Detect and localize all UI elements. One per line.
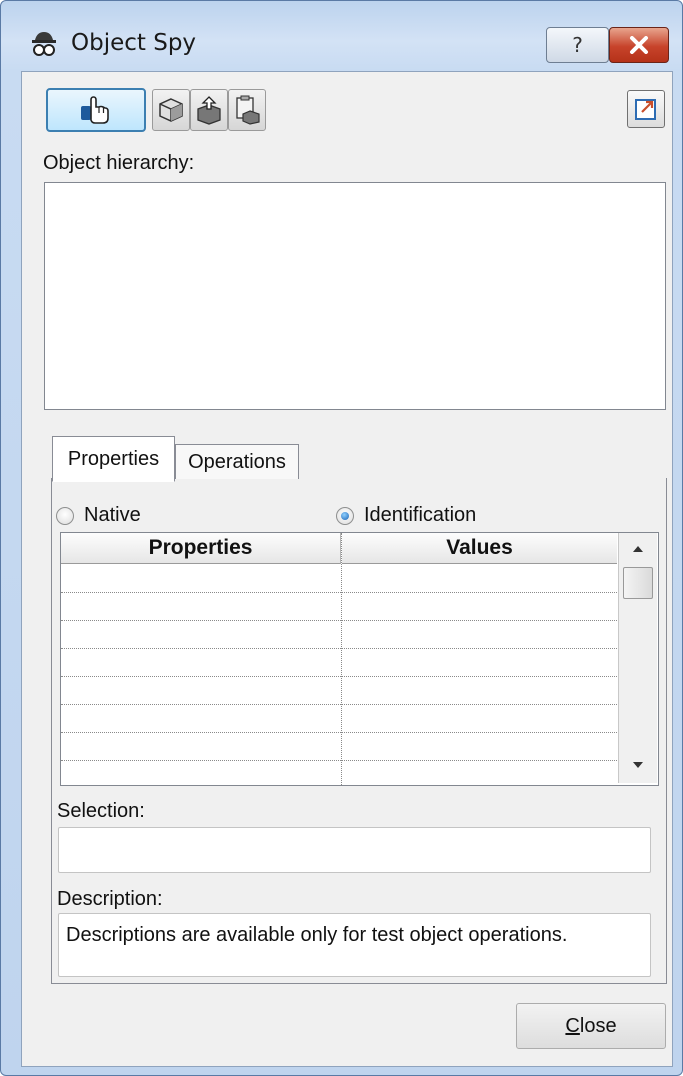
grid-header-values[interactable]: Values	[342, 533, 617, 564]
description-text: Descriptions are available only for test…	[66, 924, 568, 946]
dialog-client-area: Object hierarchy: Properties Operations …	[21, 71, 673, 1067]
pointing-hand-icon	[81, 96, 109, 124]
grid-row[interactable]	[61, 592, 617, 621]
description-label: Description:	[57, 888, 163, 910]
close-label-mnemonic: C	[565, 1014, 580, 1037]
close-x-icon	[630, 36, 648, 54]
object-hierarchy-tree[interactable]	[44, 182, 666, 410]
parent-object-icon	[197, 96, 221, 125]
native-radio[interactable]	[56, 506, 74, 525]
native-radio-option[interactable]: Native	[56, 504, 141, 527]
close-button[interactable]: Close	[516, 1003, 666, 1049]
tab-properties-label: Properties	[67, 447, 160, 470]
grid-row[interactable]	[61, 564, 617, 593]
help-button[interactable]: ?	[546, 27, 609, 63]
pointing-hand-button[interactable]	[46, 88, 146, 132]
description-box[interactable]: Descriptions are available only for test…	[58, 913, 651, 977]
object-spy-window: Object Spy ? Object hierarchy: Propertie…	[0, 0, 683, 1076]
grid-row[interactable]	[61, 648, 617, 677]
copy-object-icon	[236, 95, 260, 125]
scrollbar-thumb[interactable]	[623, 567, 653, 599]
tab-operations[interactable]: Operations	[175, 444, 299, 479]
grid-row[interactable]	[61, 620, 617, 649]
copy-object-button[interactable]	[228, 89, 266, 131]
identification-label: Identification	[364, 504, 477, 526]
title-bar[interactable]: Object Spy ?	[1, 1, 682, 71]
scroll-up-arrow-icon[interactable]	[632, 545, 644, 553]
question-mark-icon: ?	[572, 33, 583, 57]
scroll-down-arrow-icon[interactable]	[632, 761, 644, 769]
grid-row[interactable]	[61, 732, 617, 761]
parent-object-button[interactable]	[190, 89, 228, 131]
close-label-rest: lose	[579, 1014, 617, 1037]
tab-properties[interactable]: Properties	[52, 436, 175, 482]
selection-field[interactable]	[58, 827, 651, 873]
identification-radio-option[interactable]: Identification	[336, 504, 476, 527]
spy-icon	[32, 32, 56, 56]
identification-radio[interactable]	[336, 506, 354, 525]
grid-row[interactable]	[61, 704, 617, 733]
selection-label: Selection:	[57, 800, 145, 822]
object-cube-icon	[159, 98, 183, 122]
export-icon	[635, 99, 656, 120]
properties-grid[interactable]: Properties Values	[60, 532, 659, 786]
window-title: Object Spy	[71, 30, 197, 56]
object-hierarchy-label: Object hierarchy:	[43, 152, 195, 174]
object-cube-button[interactable]	[152, 89, 190, 131]
grid-header-properties[interactable]: Properties	[61, 533, 341, 564]
grid-vertical-scrollbar[interactable]	[618, 533, 657, 783]
grid-row[interactable]	[61, 676, 617, 705]
tab-operations-label: Operations	[188, 450, 286, 473]
native-label: Native	[84, 504, 141, 526]
export-button[interactable]	[627, 90, 665, 128]
window-close-button[interactable]	[609, 27, 669, 63]
